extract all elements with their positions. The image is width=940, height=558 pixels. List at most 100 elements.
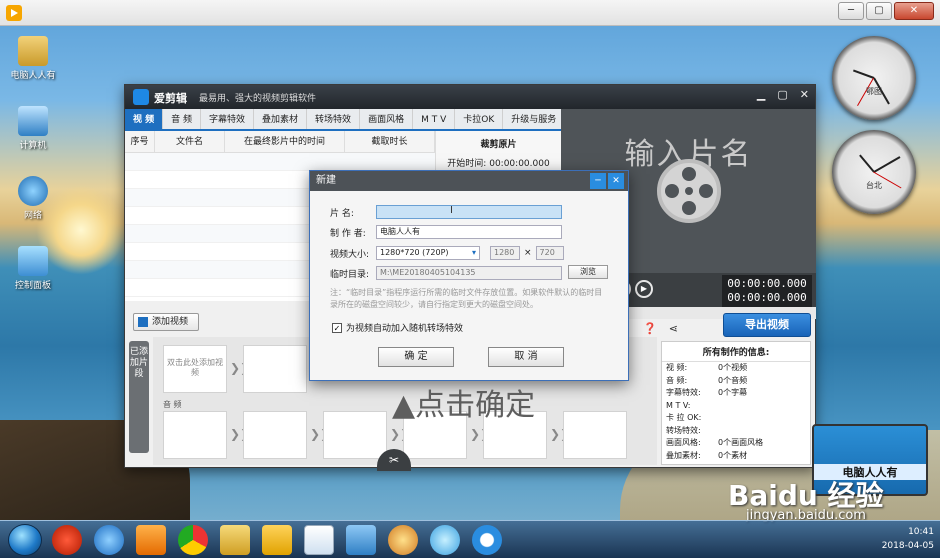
clock-city-label: 鄂图 [866,87,882,96]
reel-hole [682,201,696,215]
audio-slot[interactable] [163,411,227,459]
document-icon[interactable] [304,525,334,555]
maximize-button[interactable]: ▢ [866,2,892,20]
next-frame-icon[interactable]: ▶ [635,280,653,298]
col-index[interactable]: 序号 [125,131,155,152]
export-video-button[interactable]: 导出视频 [723,313,811,337]
info-row: 叠加素材: 0个素材 [666,450,748,460]
timeline-slot-add[interactable]: 双击此处添加视频 [163,345,227,393]
system-tray-clock[interactable]: 10:41 2018-04-05 [882,525,934,553]
reel-hole [699,184,713,198]
dialog-titlebar: 新建 ─ ✕ [310,171,628,191]
dialog-close-button[interactable]: ✕ [608,173,624,189]
added-clips-tab[interactable]: 已添加片段 [129,341,149,453]
chrome-icon[interactable] [178,525,208,555]
col-filename[interactable]: 文件名 [155,131,225,152]
browser-icon[interactable] [472,525,502,555]
window-controls: ─ ▢ ✕ [838,2,934,20]
info-row: M T V: [666,400,691,410]
tab-transitions[interactable]: 转场特效 [307,109,361,129]
chevron-down-icon: ▾ [471,248,476,257]
start-button[interactable] [8,524,42,556]
folder-icon-2[interactable] [262,525,292,555]
list-row [125,153,435,171]
temp-dir-row: 临时目录: M:\ME20180405104135 [330,266,562,280]
cancel-button[interactable]: 取 消 [488,347,564,367]
cloud-icon[interactable] [430,525,460,555]
size-select[interactable]: 1280*720 (720P) ▾ [376,246,480,260]
info-row: 音 频: 0个音频 [666,375,748,385]
timeline-slot[interactable] [243,345,307,393]
media-player-icon[interactable] [6,5,22,21]
clock-gadget-1[interactable]: 鄂图 [832,36,916,120]
ie-icon[interactable] [94,525,124,555]
desktop-icon-network[interactable]: 网络 [2,176,64,221]
app-slogan: 最易用、强大的视频剪辑软件 [199,94,317,104]
title-label: 片 名: [330,208,354,219]
close-button[interactable]: ✕ [894,2,934,20]
aijianji-taskbar-icon[interactable] [346,525,376,555]
col-time-in-film[interactable]: 在最终影片中的时间 [225,131,345,152]
tab-upgrade[interactable]: 升级与服务 [503,109,566,129]
paint-icon[interactable] [388,525,418,555]
col-duration[interactable]: 截取时长 [345,131,435,152]
temp-dir-input[interactable]: M:\ME20180405104135 [376,266,562,280]
audio-slot[interactable] [323,411,387,459]
ok-button[interactable]: 确 定 [378,347,454,367]
folder-user-icon [18,36,48,66]
audio-slot[interactable] [243,411,307,459]
browse-button[interactable]: 浏览 [568,265,608,279]
app-name: 爱剪辑 [154,92,187,105]
desktop-icon-control-panel[interactable]: 控制面板 [2,246,64,291]
dialog-minimize-button[interactable]: ─ [590,173,606,189]
info-row: 卡 拉 OK: [666,413,702,422]
clock-gadget-2[interactable]: 台北 [832,130,916,214]
info-title: 所有制作的信息: [662,342,810,362]
tab-karaoke[interactable]: 卡拉OK [455,109,504,129]
info-row: 视 频: 0个视频 [666,363,748,372]
folder-icon[interactable] [220,525,250,555]
width-input: 1280 [490,246,520,260]
video-list-header: 序号 文件名 在最终影片中的时间 截取时长 [125,131,435,153]
text-cursor-icon: I [450,205,453,216]
timecode-total: 00:00:00.000 [727,291,807,304]
add-video-button[interactable]: 添加视频 [133,313,199,331]
network-icon [18,176,48,206]
times-sign: × [524,248,532,258]
tab-overlay[interactable]: 叠加素材 [254,109,308,129]
desktop: ─ ▢ ✕ 电脑人人有 计算机 网络 控制面板 鄂图 台北 爱剪辑 最易用、强大 [0,0,940,558]
tab-mtv[interactable]: M T V [413,109,456,129]
temp-dir-note: 注：“临时目录”指程序运行所需的临时文件存放位置。如果软件默认的临时目录所在的磁… [330,288,603,309]
reel-center [685,187,693,195]
minimize-button[interactable]: ─ [838,2,864,20]
crop-title: 裁剪原片 [480,140,517,150]
app-minimize-button[interactable]: ▁ [757,88,765,101]
help-icon[interactable]: ❓ [643,322,657,335]
info-row: 画面风格: 0个画面风格 [666,438,764,447]
audio-track-label: 音 频 [163,400,182,409]
hour-hand [852,69,875,79]
app-maximize-button[interactable]: ▢ [777,88,787,101]
minute-hand [873,156,901,173]
auto-transition-option[interactable]: ✓ 为视频自动加入随机转场特效 [332,321,463,334]
desktop-icon-user[interactable]: 电脑人人有 [2,36,64,81]
tab-video[interactable]: 视 频 [125,109,164,129]
tab-styles[interactable]: 画面风格 [360,109,414,129]
audio-slot[interactable] [563,411,627,459]
taskbar-app-icon[interactable] [52,525,82,555]
clock-city-label: 台北 [866,181,882,190]
tab-subtitle-effects[interactable]: 字幕特效 [201,109,255,129]
author-input[interactable]: 电脑人人有 [376,225,562,239]
tray-time: 10:41 [908,527,934,537]
app-close-button[interactable]: ✕ [800,88,809,101]
crop-start-time: 开始时间: 00:00:00.000 [447,159,550,169]
auto-transition-checkbox[interactable]: ✓ [332,322,342,333]
desktop-icon-computer[interactable]: 计算机 [2,106,64,151]
share-icon[interactable]: ⋖ [669,322,678,335]
media-player-taskbar-icon[interactable] [136,525,166,555]
hour-hand [859,154,875,173]
title-input[interactable] [376,205,562,219]
tab-audio[interactable]: 音 频 [163,109,202,129]
taskbar: 10:41 2018-04-05 [0,520,940,558]
temp-dir-label: 临时目录: [330,269,370,280]
